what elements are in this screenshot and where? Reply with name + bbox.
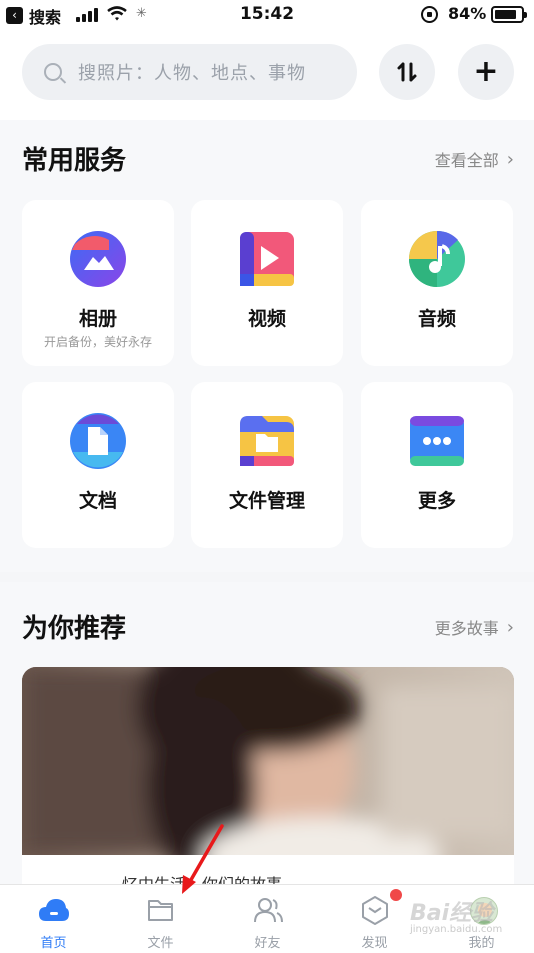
- album-icon: [70, 231, 126, 287]
- baidu-jingyan-watermark: Bai经验: [410, 901, 494, 926]
- transfer-button[interactable]: [379, 44, 435, 100]
- search-icon: [44, 63, 62, 81]
- service-card-album[interactable]: 相册 开启备份，美好永存: [22, 200, 174, 366]
- services-section: 常用服务 查看全部 › 相册 开启备份，美好永存 视频 音频 文档 文件管理 更…: [0, 120, 534, 572]
- story-photo[interactable]: [22, 667, 514, 855]
- service-subtitle: 开启备份，美好永存: [43, 335, 152, 349]
- discover-icon: [362, 896, 388, 925]
- section-title: 常用服务: [22, 146, 127, 176]
- service-label: 音频: [417, 308, 456, 330]
- service-label: 视频: [247, 308, 286, 330]
- tab-label: 首页: [40, 936, 67, 951]
- search-placeholder: 搜照片：人物、地点、事物: [78, 63, 306, 84]
- section-title: 为你推荐: [22, 614, 127, 644]
- add-button[interactable]: +: [458, 44, 514, 100]
- notification-dot: [390, 889, 402, 901]
- service-label: 更多: [417, 490, 456, 512]
- service-label: 文档: [78, 490, 117, 512]
- battery-icon: [491, 6, 527, 23]
- view-all-link[interactable]: 查看全部 ›: [435, 147, 514, 171]
- service-card-audio[interactable]: 音频: [361, 200, 513, 366]
- plus-icon: +: [473, 54, 499, 89]
- more-stories-link[interactable]: 更多故事 ›: [435, 615, 514, 639]
- audio-icon: [409, 230, 465, 287]
- service-card-more[interactable]: 更多: [361, 382, 513, 548]
- story-caption: …忆中生活…你们的故事: [106, 875, 283, 885]
- folder-tab-icon: [148, 900, 173, 921]
- service-card-file-manager[interactable]: 文件管理: [191, 382, 343, 548]
- service-label: 文件管理: [228, 490, 305, 512]
- folder-icon: [240, 416, 294, 466]
- header: 搜照片：人物、地点、事物 +: [0, 30, 534, 120]
- status-bar: ‹ 搜索 ✳ 15:42 84%: [0, 0, 534, 30]
- service-card-video[interactable]: 视频: [191, 200, 343, 366]
- battery-percent: 84%: [448, 4, 487, 23]
- more-stories-label: 更多故事: [434, 619, 499, 638]
- tab-label: 文件: [147, 936, 174, 951]
- tab-home[interactable]: 首页: [0, 885, 107, 953]
- transfer-arrows-icon: [397, 62, 417, 82]
- tab-label: 好友: [254, 936, 281, 951]
- service-card-document[interactable]: 文档: [22, 382, 174, 548]
- rotation-lock-icon: [421, 6, 438, 23]
- recommend-section: 为你推荐 更多故事 › …忆中生活…你们的故事: [0, 582, 534, 885]
- story-caption-strip[interactable]: …忆中生活…你们的故事: [22, 855, 514, 885]
- document-icon: [70, 413, 126, 469]
- tab-friends[interactable]: 好友: [214, 885, 321, 953]
- friends-icon: [254, 898, 283, 923]
- chevron-right-icon: ›: [506, 148, 514, 170]
- view-all-label: 查看全部: [434, 151, 499, 170]
- watermark-url: jingyan.baidu.com: [410, 924, 503, 935]
- search-bar[interactable]: 搜照片：人物、地点、事物: [22, 44, 357, 100]
- more-icon: [410, 416, 464, 466]
- chevron-right-icon: ›: [506, 616, 514, 638]
- blurred-portrait-image: [22, 667, 514, 855]
- video-icon: [240, 232, 294, 286]
- service-label: 相册: [78, 308, 117, 330]
- tab-files[interactable]: 文件: [107, 885, 214, 953]
- cloud-home-icon: [39, 899, 69, 921]
